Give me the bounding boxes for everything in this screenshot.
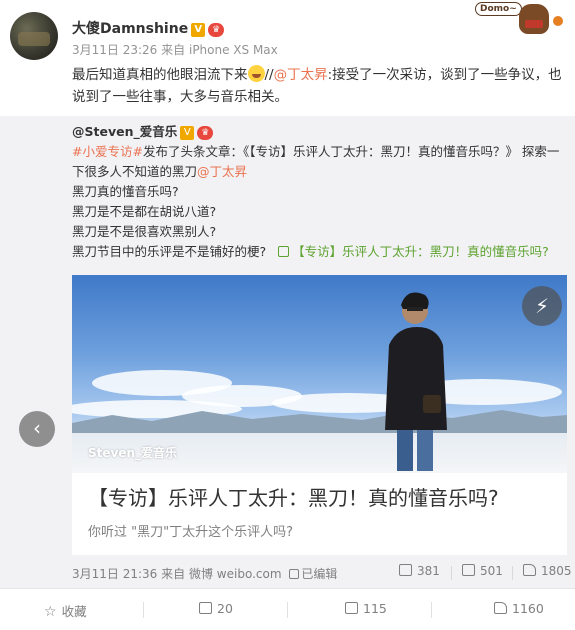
favorite-button[interactable]: ☆ 收藏 — [44, 601, 87, 620]
post-source: iPhone XS Max — [188, 43, 278, 57]
avatar[interactable] — [10, 12, 58, 60]
repost-author[interactable]: @Steven_爱音乐 — [72, 124, 177, 139]
like-button[interactable]: 1160 — [494, 601, 544, 616]
like-count: 1160 — [512, 601, 544, 616]
comment-icon — [462, 564, 475, 576]
verified-badge-icon: V — [191, 23, 206, 37]
star-icon: ☆ — [44, 604, 57, 620]
laugh-cry-emoji-icon — [247, 65, 265, 82]
lightning-icon[interactable]: ⚡ — [522, 286, 562, 326]
comment-icon — [345, 602, 358, 614]
post-meta: 3月11日 23:26 来自 iPhone XS Max — [72, 41, 278, 58]
question-2: 黑刀是不是都在胡说八道? — [72, 204, 217, 219]
vip-crown-icon: ♛ — [197, 126, 214, 140]
edited-label[interactable]: 已编辑 — [301, 567, 337, 581]
article-link-icon — [278, 246, 290, 257]
sticker-text: Domo~ — [475, 2, 522, 16]
vip-crown-icon: ♛ — [208, 23, 225, 37]
repost-text: @Steven_爱音乐 V ♛ #小爱专访#发布了头条文章：《【专访】乐评人丁太升：… — [72, 122, 566, 262]
repost-comment-button[interactable]: 501 — [462, 564, 503, 578]
repost-separator: // — [264, 67, 274, 83]
comment-count: 115 — [363, 601, 387, 616]
thumbs-up-icon — [494, 602, 507, 614]
topic-tag[interactable]: #小爱专访# — [72, 144, 143, 159]
repost-icon — [199, 602, 212, 614]
verified-badge-icon: V — [180, 126, 195, 140]
comment-button[interactable]: 115 — [345, 601, 387, 616]
question-4: 黑刀节目中的乐评是不是铺好的梗? — [72, 244, 267, 259]
repost-published-text: 发布了头条文章：《【专访】乐评人丁太升：黑刀！真的懂音乐吗？》 探索一下很多人不… — [72, 144, 560, 179]
repost-like-count: 1805 — [541, 564, 572, 578]
repost-footer: 3月11日 21:36 来自 微博 weibo.com 已编辑 381 501 … — [72, 564, 572, 582]
username-row: 大傻Damnshine V ♛ — [72, 18, 225, 38]
source-prefix: 来自 — [161, 43, 186, 57]
repost-meta: 3月11日 21:36 来自 微博 weibo.com 已编辑 — [72, 565, 337, 582]
edit-icon — [289, 569, 300, 579]
repost-icon — [399, 564, 412, 576]
post-header: 大傻Damnshine V ♛ 3月11日 23:26 来自 iPhone XS M… — [0, 0, 575, 60]
article-description: 你听过 "黑刀"丁太升这个乐评人吗? — [88, 525, 293, 540]
thumbs-up-icon — [523, 564, 536, 576]
repost-comment-count: 501 — [480, 564, 503, 578]
repost-repost-count: 381 — [417, 564, 440, 578]
post-timestamp[interactable]: 3月11日 23:26 — [72, 43, 157, 57]
repost-mention-link[interactable]: @丁太昇 — [197, 164, 247, 179]
article-cover-image[interactable]: Steven_爱音乐 ⚡ — [72, 275, 567, 473]
article-title[interactable]: 【专访】乐评人丁太升：黑刀！真的懂音乐吗? — [88, 482, 499, 511]
repost-button[interactable]: 20 — [199, 601, 233, 616]
repost-repost-button[interactable]: 381 — [399, 564, 440, 578]
repost-like-button[interactable]: 1805 — [523, 564, 572, 578]
domo-sticker-icon: Domo~ — [475, 2, 565, 36]
repost-source[interactable]: 微博 weibo.com — [189, 567, 282, 581]
username[interactable]: 大傻Damnshine — [72, 21, 188, 37]
question-1: 黑刀真的懂音乐吗? — [72, 184, 179, 199]
post-text: 最后知道真相的他眼泪流下来//@丁太昇:接受了一次采访，谈到了一些争议，也说到了… — [72, 64, 568, 108]
question-3: 黑刀是不是很喜欢黑别人? — [72, 224, 217, 239]
reposted-content: @Steven_爱音乐 V ♛ #小爱专访#发布了头条文章：《【专访】乐评人丁太升：… — [0, 116, 575, 588]
repost-count: 20 — [217, 601, 233, 616]
action-bar: ☆ 收藏 20 115 1160 — [0, 588, 575, 630]
photo-watermark: Steven_爱音乐 — [88, 446, 178, 460]
mention-link[interactable]: @丁太昇 — [274, 67, 328, 83]
favorite-label: 收藏 — [61, 604, 87, 619]
repost-timestamp[interactable]: 3月11日 21:36 — [72, 567, 157, 581]
article-link[interactable]: 【专访】乐评人丁太升：黑刀！真的懂音乐吗? — [292, 244, 549, 259]
repost-source-prefix: 来自 — [161, 567, 186, 581]
article-card[interactable]: Steven_爱音乐 ⚡ 【专访】乐评人丁太升：黑刀！真的懂音乐吗? 你听过 "… — [72, 275, 567, 555]
post-text-part1: 最后知道真相的他眼泪流下来 — [72, 67, 248, 83]
previous-arrow-button[interactable]: ‹ — [19, 411, 55, 447]
